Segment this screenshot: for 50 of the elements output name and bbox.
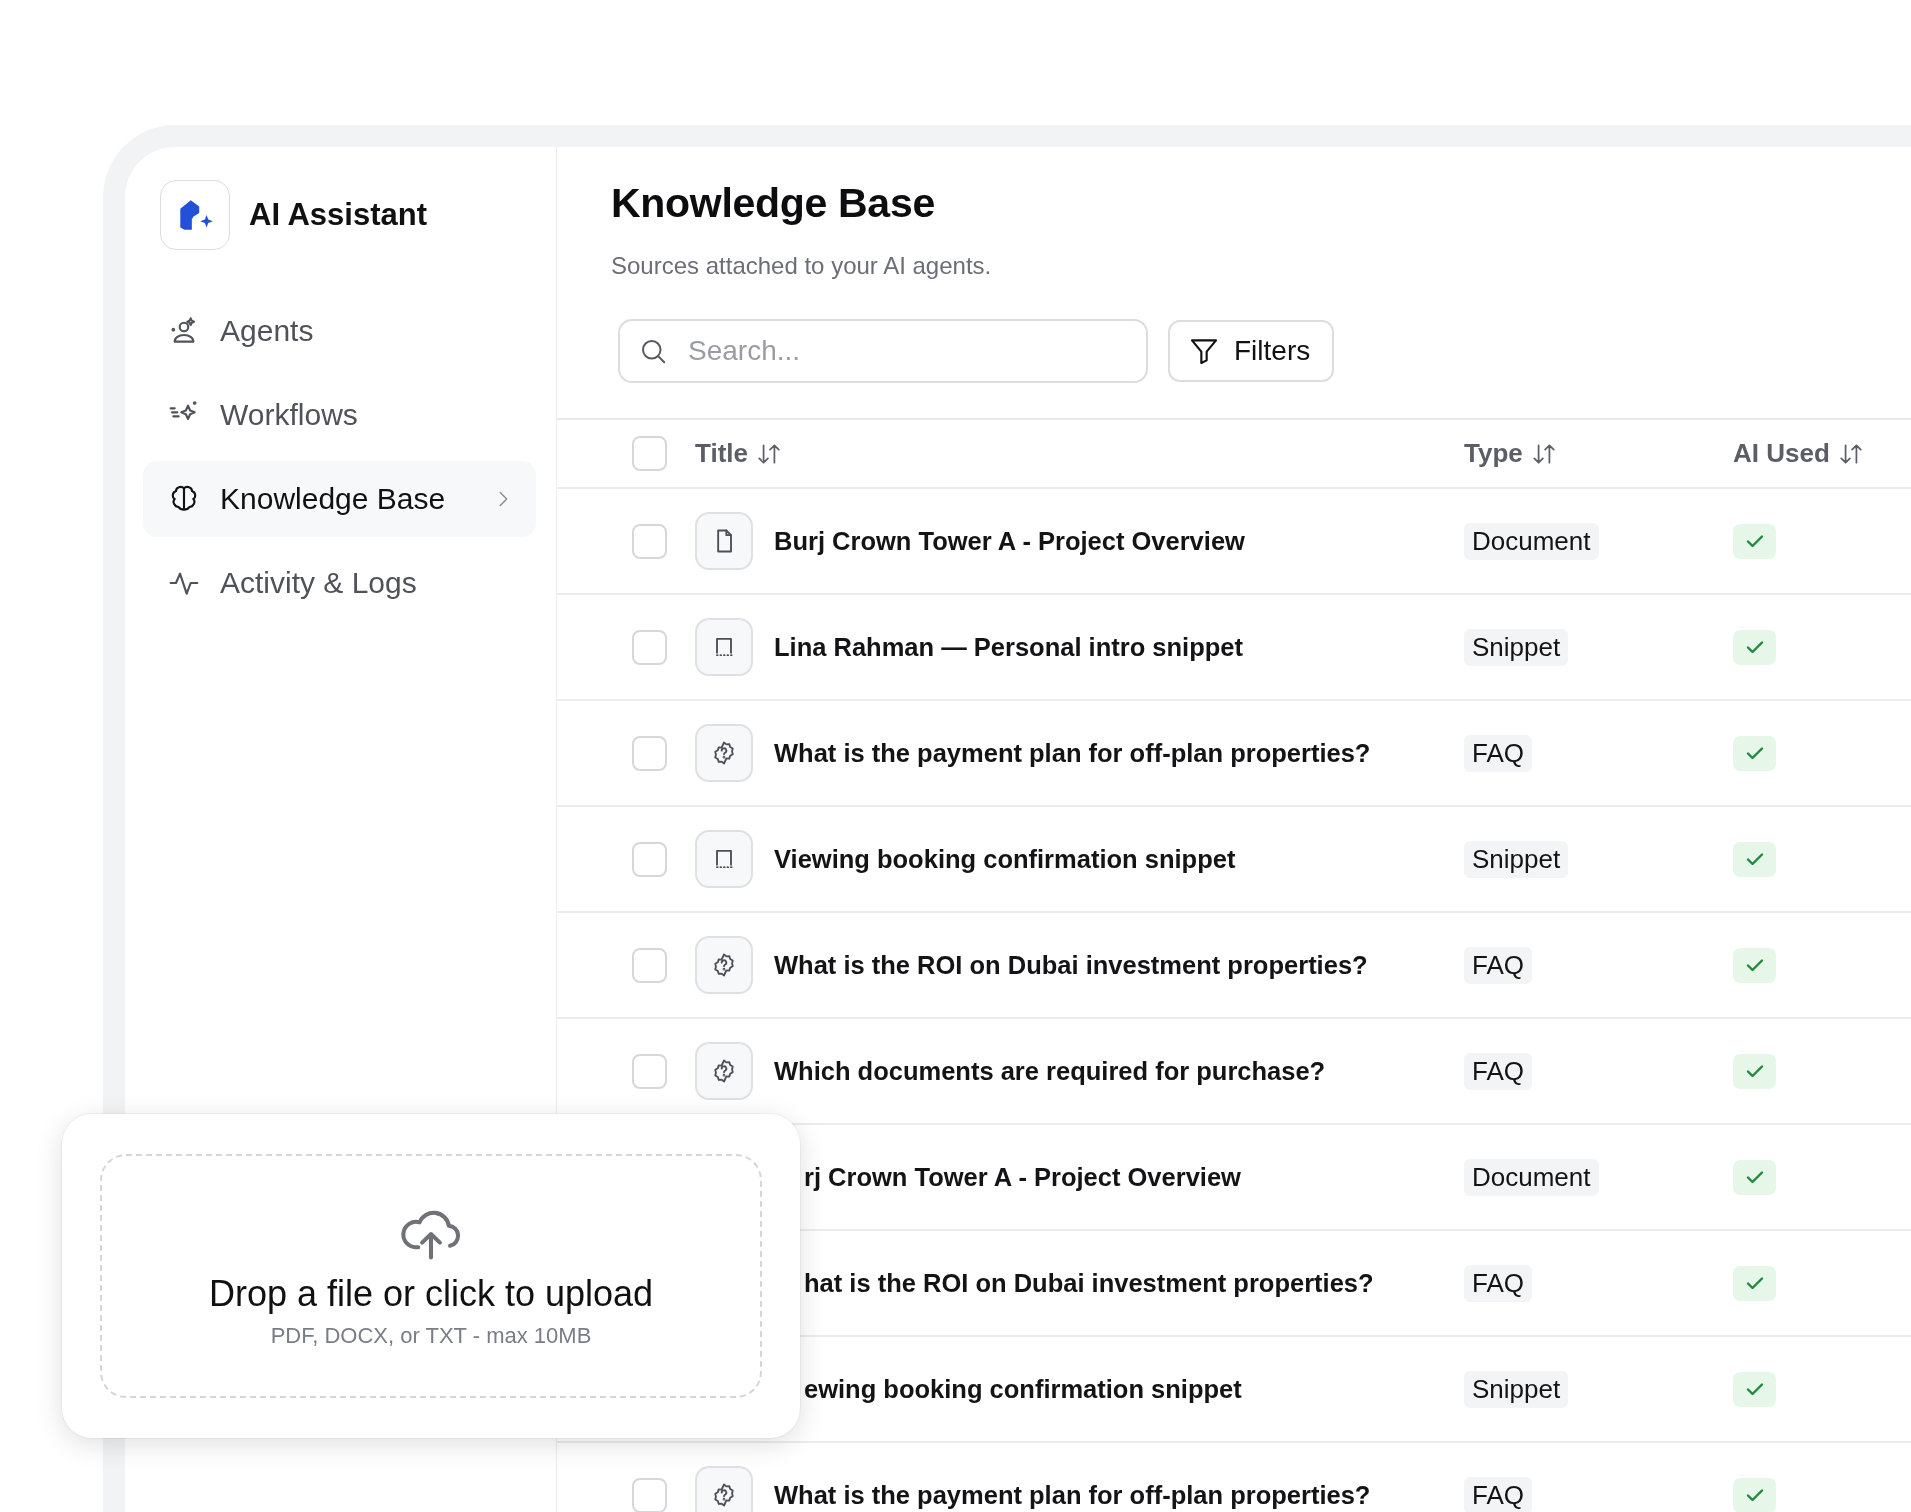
row-title: hat is the ROI on Dubai investment properties? [803,1268,1375,1298]
filters-button[interactable]: Filters [1168,320,1335,382]
type-tag: FAQ [1464,734,1532,772]
row-title: rj Crown Tower A - Project Overview [803,1162,1242,1192]
row-title: What is the ROI on Dubai investment properties? [774,950,1369,980]
upload-dropzone[interactable]: Drop a file or click to upload PDF, DOCX, or TXT - max 10MB [100,1154,762,1398]
app-name: AI Assistant [249,197,427,233]
checkbox[interactable] [632,947,667,983]
page-title: Knowledge Base [611,179,936,228]
row-title: ewing booking confirmation snippet [803,1374,1243,1404]
checkbox[interactable] [632,1053,667,1089]
checkbox[interactable] [632,629,667,665]
type-tag: FAQ [1464,1476,1532,1512]
checkbox[interactable] [632,841,667,877]
file-icon [695,512,753,570]
type-tag: Snippet [1464,1370,1569,1408]
checkbox[interactable] [632,1477,667,1512]
page-subtitle: Sources attached to your AI agents. [611,251,993,281]
type-tag: Document [1464,1158,1599,1196]
row-title: What is the payment plan for off-plan properties? [774,1480,1372,1510]
row-title: What is the payment plan for off-plan properties? [774,738,1372,768]
search-field[interactable]: Search... [618,319,1148,383]
checkbox[interactable] [632,436,667,471]
column-header[interactable]: Title [695,438,782,469]
type-tag: FAQ [1464,1264,1532,1302]
nav-item[interactable]: Activity & Logs [143,545,536,621]
logo-icon [160,180,230,250]
checkbox[interactable] [632,523,667,559]
row-title: Lina Rahman — Personal intro snippet [774,632,1244,662]
nav-item[interactable]: Workflows [143,377,536,453]
type-tag: Document [1464,522,1599,560]
row-title: Burj Crown Tower A - Project Overview [774,526,1246,556]
type-tag: Snippet [1464,840,1569,878]
upload-hint: PDF, DOCX, or TXT - max 10MB [270,1323,592,1349]
type-tag: FAQ [1464,946,1532,984]
row-title: Viewing booking confirmation snippet [774,844,1237,874]
type-tag: Snippet [1464,628,1569,666]
nav-item[interactable]: Knowledge Base [143,461,536,537]
row-title: Which documents are required for purchase? [774,1056,1327,1086]
checkbox[interactable] [632,735,667,771]
nav-item[interactable]: Agents [143,293,536,369]
note-icon [695,830,753,888]
column-header[interactable]: AI Used [1733,438,1864,469]
column-header[interactable]: Type [1464,438,1557,469]
question-badge-icon [695,936,753,994]
type-tag: FAQ [1464,1052,1532,1090]
upload-title: Drop a file or click to upload [208,1273,654,1315]
question-badge-icon [695,1042,753,1100]
question-badge-icon [695,724,753,782]
note-icon [695,618,753,676]
